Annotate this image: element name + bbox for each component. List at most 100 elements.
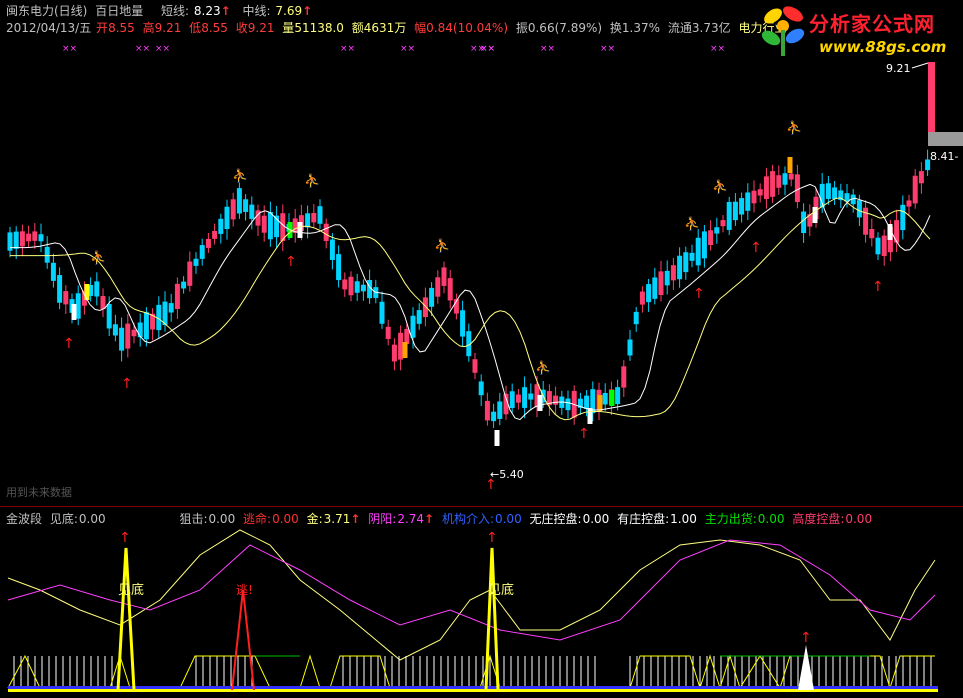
candle-body — [708, 230, 714, 245]
candle-body — [491, 411, 497, 422]
candle-body — [317, 206, 323, 224]
candle-body — [323, 223, 329, 242]
runner-icon: ⛹ — [232, 167, 248, 184]
candle-body — [44, 246, 50, 263]
candle-body — [13, 231, 19, 249]
candle-body — [106, 304, 112, 329]
candle-body — [193, 258, 199, 266]
candle-body — [670, 265, 676, 281]
runner-icon: ⛹ — [304, 172, 320, 189]
gold-label: 金: — [306, 512, 323, 526]
snipe-value: 0.00 — [208, 512, 236, 526]
candle-body — [788, 173, 794, 180]
candle-body — [695, 237, 701, 266]
panel-divider — [0, 506, 963, 507]
candle-body — [38, 234, 44, 242]
candle-body — [639, 291, 645, 305]
price-chart[interactable]: ↑↑↑↑↑↑↑↑⛹⛹ ⛹⛹⛹⛹⛹⛹×× ×× ×× ×× ×× ×××××× ×× ×× ××9.… — [0, 0, 963, 506]
candle-body — [100, 296, 106, 310]
candle-body — [900, 204, 906, 231]
candle-body — [497, 401, 503, 419]
candle-body — [125, 323, 131, 349]
candle-body — [602, 392, 608, 405]
indicator-title: 金波段 — [6, 512, 43, 526]
cross-marker-icon: ×× — [540, 44, 555, 54]
high-control-label: 高度控盘: — [792, 512, 845, 526]
candle-body — [311, 212, 317, 223]
candle-body — [205, 238, 211, 248]
candle-body — [658, 271, 664, 295]
runner-icon: ⛹ — [786, 119, 802, 136]
candle-body — [472, 359, 478, 373]
candle-body — [478, 381, 484, 396]
candle-body — [162, 301, 168, 326]
candle-body — [745, 192, 751, 211]
candle-body — [63, 291, 69, 305]
runner-icon: ⛹ — [434, 237, 450, 254]
spike-arrow-icon: ↑ — [119, 530, 131, 546]
candle-body — [441, 267, 447, 286]
bottom-label: 见底: — [49, 512, 78, 526]
candle-body-special — [297, 222, 303, 238]
institution-value: 0.00 — [494, 512, 522, 526]
runner-icon: ⛹ — [90, 249, 106, 266]
dealer-value: 1.00 — [670, 512, 697, 526]
candle-body — [584, 395, 590, 409]
candle-body — [757, 189, 763, 196]
candle-body — [354, 281, 360, 293]
candle-body — [174, 283, 180, 309]
candle-body — [832, 187, 838, 199]
baseline-yellow — [8, 689, 938, 692]
candle-body — [243, 199, 249, 212]
candle-body — [484, 400, 490, 421]
candle-body — [342, 279, 348, 290]
spike-arrow-icon: ↑ — [486, 530, 498, 546]
price-axis-marker — [928, 132, 963, 146]
candle-body — [94, 281, 100, 297]
ma-mid-line — [10, 197, 931, 421]
yinyang-label: 阴阳: — [368, 512, 397, 526]
candle-body-special — [609, 390, 615, 406]
bottom-spike-1 — [116, 547, 136, 691]
yinyang-up-arrow-icon: ↑ — [424, 512, 435, 526]
yinyang-line — [7, 539, 936, 641]
candle-body — [119, 327, 125, 351]
escape-label-text: 逃! — [236, 583, 253, 597]
candle-body — [329, 239, 335, 260]
candle-body — [181, 281, 187, 289]
candle-body — [515, 394, 521, 403]
candle-body-special — [587, 408, 593, 424]
candle-body — [199, 245, 205, 259]
bottom-label-text: 见底 — [118, 582, 144, 598]
cross-marker-icon: ×× — [480, 44, 495, 54]
bottom-label-text: 见底 — [488, 582, 514, 598]
candle-body — [305, 213, 311, 228]
candle-body — [677, 255, 683, 280]
buy-arrow-icon: ↑ — [872, 279, 884, 295]
future-data-note: 用到未来数据 — [6, 486, 72, 499]
main-force-value: 0.00 — [757, 512, 785, 526]
cross-marker-icon: ×× — [710, 44, 725, 54]
gold-wave-line — [7, 529, 936, 661]
candle-body — [794, 174, 800, 203]
candle-body — [732, 201, 738, 221]
candle-body — [912, 175, 918, 204]
runner-icon: ⛹ — [684, 215, 700, 232]
candle-body — [26, 233, 32, 242]
candle-body — [267, 212, 273, 240]
runner-icon: ⛹ — [535, 359, 551, 376]
candle-body-special — [787, 157, 793, 173]
baseline-bar — [8, 686, 938, 690]
candle-body — [689, 252, 695, 261]
buy-arrow-icon: ↑ — [121, 376, 133, 392]
candle-body-special — [812, 207, 818, 223]
candle-body — [57, 275, 63, 303]
candle-body — [460, 310, 466, 337]
candle-body — [410, 315, 416, 338]
last-candle-body — [928, 62, 935, 144]
candle-body — [664, 270, 670, 286]
candle-body — [683, 252, 689, 273]
candle-body — [776, 175, 782, 188]
buy-arrow-icon: ↑ — [693, 286, 705, 302]
candle-body — [143, 312, 149, 340]
